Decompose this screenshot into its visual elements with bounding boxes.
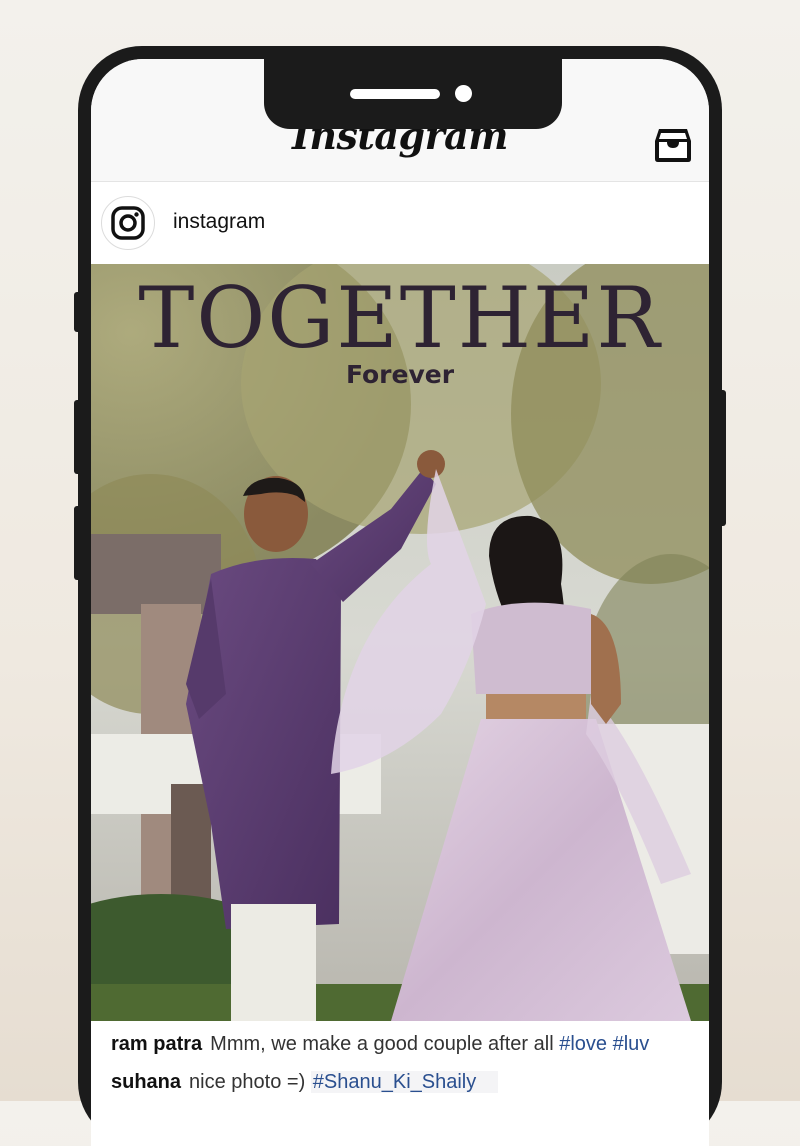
phone-frame: Instagram instagram TOGETHER Forever ram… [78,46,722,1146]
phone-notch [264,59,562,129]
comment-text: Mmm, we make a good couple after all [210,1033,554,1055]
post-subheadline: Forever [345,360,455,389]
comment: suhana nice photo =) #Shanu_Ki_Shaily [111,1071,499,1094]
comments-section: ram patra Mmm, we make a good couple afte… [91,1021,709,1146]
speaker-grille [350,89,440,99]
post-headline: TOGETHER [138,269,662,367]
account-username[interactable]: instagram [173,210,265,234]
account-avatar[interactable] [101,196,155,250]
comment-text: nice photo =) [189,1071,306,1093]
instagram-logo-icon [111,206,145,240]
front-camera [455,85,472,102]
comment-username[interactable]: suhana [111,1071,181,1093]
post-image[interactable]: TOGETHER Forever [91,264,709,1021]
post-header: instagram [91,182,709,263]
comment-username[interactable]: ram patra [111,1033,202,1055]
phone-screen: Instagram instagram TOGETHER Forever ram… [91,59,709,1146]
comment-hashtags[interactable]: #love #luv [559,1033,649,1055]
inbox-icon[interactable] [653,125,693,165]
comment: ram patra Mmm, we make a good couple afte… [111,1033,649,1056]
comment-hashtags[interactable]: #Shanu_Ki_Shaily [310,1071,499,1093]
